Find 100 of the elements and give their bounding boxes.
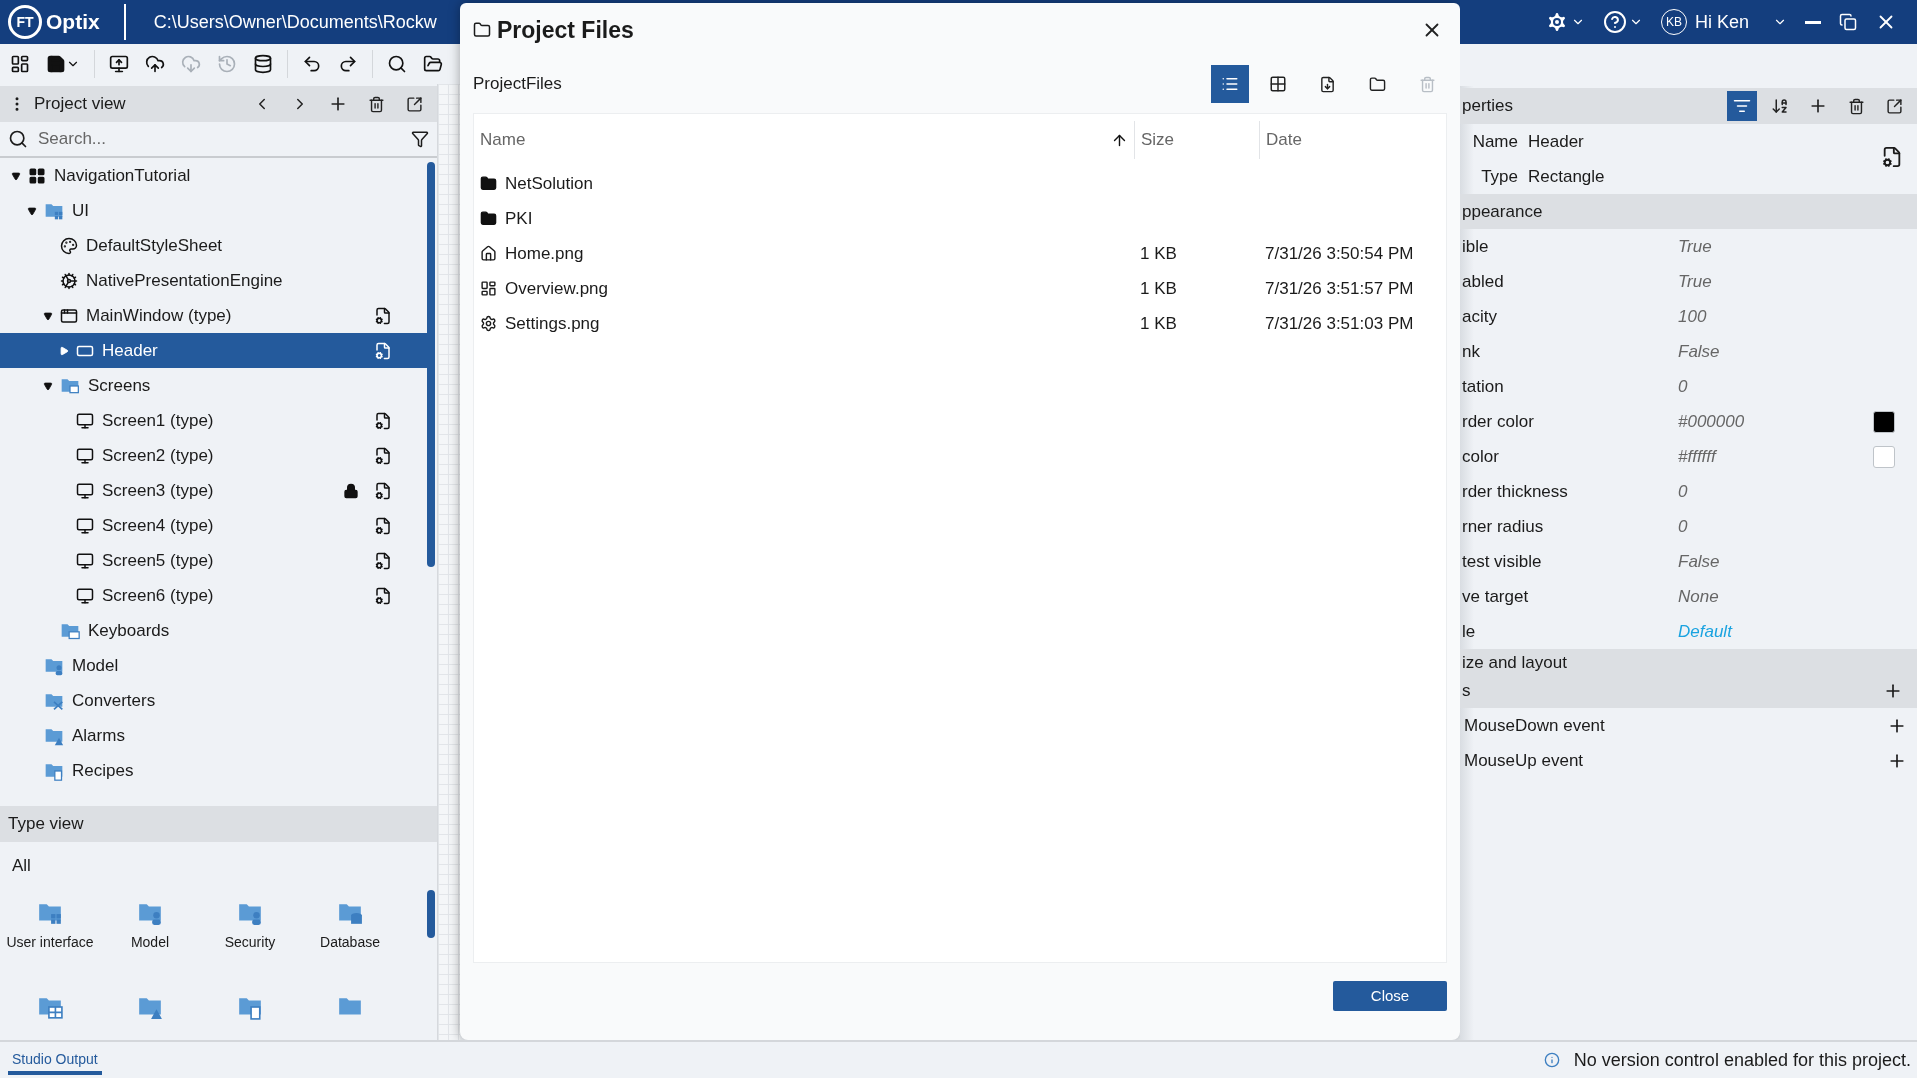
property-value: False [1678, 551, 1721, 572]
restore-icon [1839, 13, 1857, 31]
section-header[interactable]: ize and layout [1460, 649, 1917, 673]
file-size: 1 KB [1139, 278, 1178, 299]
property-label: rder color [1461, 411, 1535, 432]
tree-item[interactable]: Screen3 (type) [0, 473, 427, 508]
monitor-icon [76, 551, 94, 570]
tree-item[interactable]: NavigationTutorial [0, 158, 427, 193]
monitor-icon [76, 411, 94, 430]
document-gear-icon[interactable] [374, 411, 392, 430]
document-gear-icon[interactable] [374, 481, 392, 500]
document-gear-icon[interactable] [374, 551, 392, 570]
property-key: Type [1460, 166, 1518, 187]
tree-item[interactable]: Converters [0, 683, 427, 718]
tree-item[interactable]: Screen2 (type) [0, 438, 427, 473]
section-header[interactable]: ppearance [1460, 194, 1917, 229]
color-swatch[interactable] [1873, 445, 1895, 468]
caret-icon[interactable] [43, 380, 53, 391]
tree-item[interactable]: Screens [0, 368, 427, 403]
file-name[interactable]: Overview.png [474, 278, 1134, 299]
window-icon [60, 306, 78, 325]
filter-label[interactable]: All [0, 842, 437, 890]
property-label: ible [1461, 236, 1490, 257]
filter-button[interactable] [1727, 91, 1757, 121]
section-title[interactable]: s [1462, 680, 1471, 701]
monitor-icon [76, 481, 94, 500]
property-label: test visible [1461, 551, 1543, 572]
column-header[interactable]: Date [1259, 121, 1446, 159]
tree-item[interactable]: DefaultStyleSheet [0, 228, 427, 263]
tree-item[interactable]: Alarms [0, 718, 427, 753]
tree-item[interactable]: Model [0, 648, 427, 683]
save-icon [46, 54, 66, 74]
search-icon [387, 54, 407, 74]
file-name[interactable]: NetSolution [474, 173, 1134, 194]
logo-badge: FT [8, 5, 42, 39]
folder-icon [480, 175, 497, 192]
property-label: rner radius [1461, 516, 1545, 537]
cloud-download-icon [181, 54, 201, 74]
document-gear-icon[interactable] [374, 586, 392, 605]
panel-title: Type view [8, 814, 85, 834]
tree-item[interactable]: Screen6 (type) [0, 578, 427, 613]
file-name[interactable]: PKI [474, 208, 1134, 229]
document-gear-icon[interactable] [374, 306, 392, 325]
column-header[interactable]: Size [1134, 121, 1259, 159]
scrollbar-thumb[interactable] [427, 890, 435, 938]
type-label[interactable]: Model [105, 934, 195, 952]
filter-icon[interactable] [411, 130, 429, 148]
section-title[interactable]: ppearance [1462, 201, 1543, 222]
column-header[interactable]: Name [474, 121, 1134, 159]
caret-icon[interactable] [43, 310, 53, 321]
close-button[interactable]: Close [1333, 980, 1447, 1011]
tree-item[interactable]: MainWindow (type) [0, 298, 427, 333]
property-label: ve target [1461, 586, 1530, 607]
project-path: C:\Users\Owner\Documents\Rockw [153, 11, 437, 33]
tree-item[interactable]: Screen5 (type) [0, 543, 427, 578]
event-label: MouseUp event [1463, 750, 1584, 771]
section-title[interactable]: ize and layout [1462, 653, 1567, 673]
property-key: Name [1460, 131, 1518, 152]
dashboard-icon [480, 280, 497, 297]
folder-icon [480, 210, 497, 227]
file-name[interactable]: Home.png [474, 243, 1134, 264]
document-gear-icon[interactable] [374, 516, 392, 535]
color-swatch[interactable] [1873, 410, 1895, 433]
document-gear-icon[interactable] [374, 446, 392, 465]
document-gear-icon[interactable] [1881, 146, 1903, 168]
gear-icon [60, 271, 78, 290]
file-name[interactable]: Settings.png [474, 313, 1134, 334]
tree-item[interactable]: UI [0, 193, 427, 228]
list-view-button[interactable] [1211, 65, 1249, 103]
property-label: nk [1461, 341, 1481, 362]
tree-item[interactable]: Recipes [0, 753, 427, 788]
search-icon [8, 129, 28, 149]
property-value: Rectangle [1528, 166, 1605, 187]
caret-icon[interactable] [59, 345, 69, 356]
file-download-icon [1318, 75, 1336, 93]
tree-item[interactable]: Keyboards [0, 613, 427, 648]
scrollbar-thumb[interactable] [427, 162, 435, 567]
monitor-icon [76, 586, 94, 605]
type-label[interactable]: User interface [5, 934, 95, 952]
property-label: tation [1461, 376, 1505, 397]
caret-icon[interactable] [27, 205, 37, 216]
undo-icon [302, 54, 322, 74]
tree-item[interactable]: Header [0, 333, 427, 368]
help-icon [1602, 10, 1627, 34]
search-field[interactable]: Search... [36, 128, 403, 150]
section-header[interactable]: s [1460, 673, 1917, 708]
type-label[interactable]: Security [205, 934, 295, 952]
tree-item[interactable]: NativePresentationEngine [0, 263, 427, 298]
monitor-icon [76, 446, 94, 465]
tree-item[interactable]: Screen1 (type) [0, 403, 427, 438]
property-value: True [1678, 236, 1713, 257]
caret-icon[interactable] [11, 170, 21, 181]
property-value: 0 [1678, 376, 1689, 397]
tree-item[interactable]: Screen4 (type) [0, 508, 427, 543]
cloud-upload-icon [145, 54, 165, 74]
property-value: #000000 [1678, 411, 1746, 432]
output-tab[interactable]: Studio Output [8, 1045, 102, 1075]
redo-icon [338, 54, 358, 74]
document-gear-icon[interactable] [374, 341, 392, 360]
type-label[interactable]: Database [305, 934, 395, 952]
